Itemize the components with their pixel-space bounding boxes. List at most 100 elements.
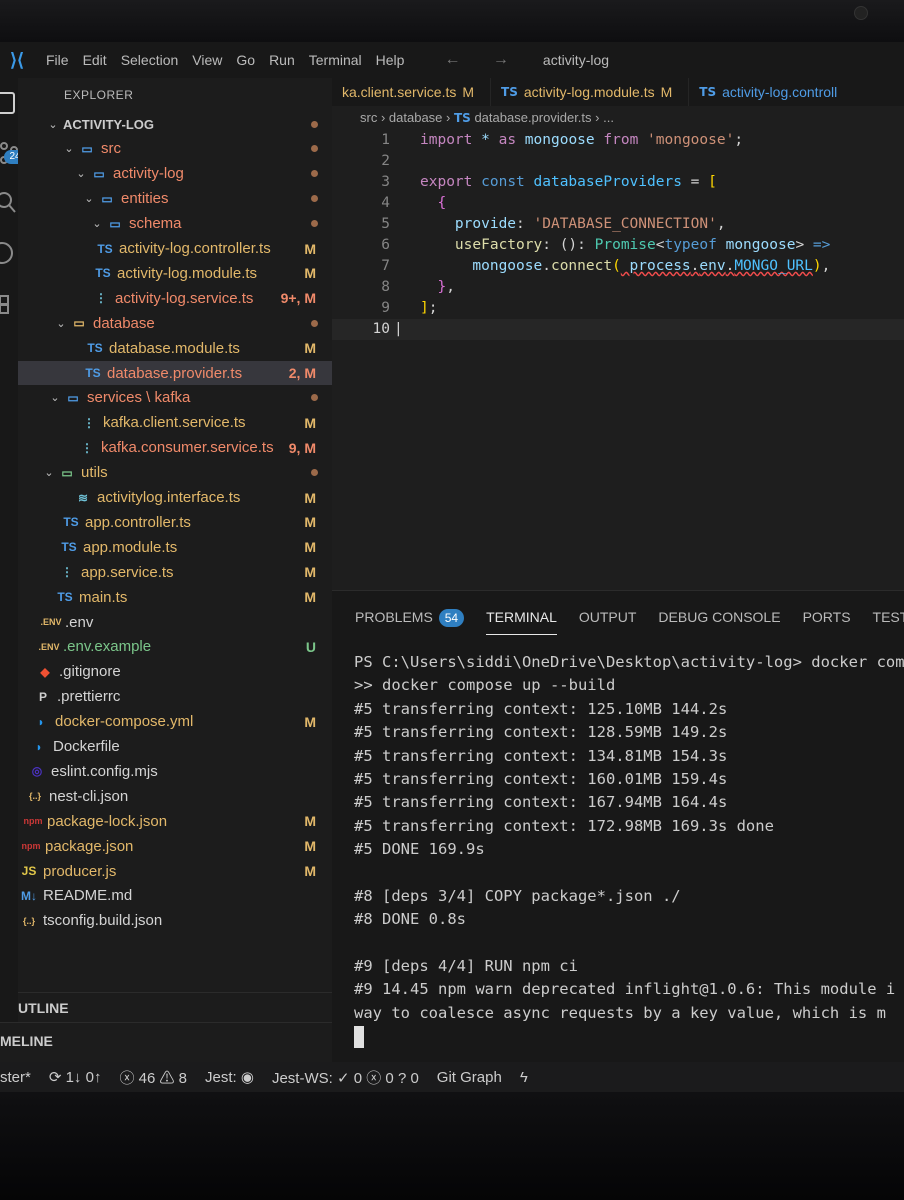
menu-go[interactable]: Go: [236, 52, 255, 68]
breadcrumb-file[interactable]: database.provider.ts: [474, 110, 591, 125]
git-icon: ◆: [40, 664, 50, 679]
menu-view[interactable]: View: [192, 52, 222, 68]
tab-ports[interactable]: PORTS: [803, 591, 851, 635]
code-line: 7 mongoose.connect( process.env.MONGO_UR…: [332, 256, 904, 277]
tree-item[interactable]: .ENV .env: [18, 610, 332, 634]
text-cursor: |: [394, 321, 403, 337]
tree-item[interactable]: TS database.provider.ts 2, M: [18, 361, 332, 385]
tab-modified-mark: M: [462, 84, 475, 100]
folder-icon: ▭: [81, 141, 93, 156]
tree-item[interactable]: TS activity-log.controller.ts M: [18, 237, 332, 261]
code-line: 2: [332, 151, 904, 172]
menu-run[interactable]: Run: [269, 52, 295, 68]
tree-item[interactable]: TS main.ts M: [18, 585, 332, 609]
tree-item[interactable]: ⌄ ▭ entities: [18, 187, 332, 211]
chevron-down-icon[interactable]: ⌄: [46, 118, 60, 131]
run-debug-icon[interactable]: [0, 240, 18, 266]
tree-item[interactable]: .ENV .env.example U: [18, 635, 332, 659]
modified-dot-icon: [311, 120, 318, 128]
chevron-down-icon[interactable]: ⌄: [42, 466, 56, 479]
tree-item[interactable]: ⋮ kafka.client.service.ts M: [18, 411, 332, 435]
tab-activity-log-controller[interactable]: TS activity-log.controll: [689, 78, 853, 106]
tree-item[interactable]: ⌄ ▭ src: [18, 137, 332, 161]
timeline-section[interactable]: MELINE: [0, 1022, 332, 1062]
tree-item[interactable]: npm package.json M: [18, 834, 332, 858]
sync-status[interactable]: ⟳ 1↓ 0↑: [49, 1068, 102, 1086]
tab-activity-log-module[interactable]: TS activity-log.module.ts M: [491, 78, 690, 106]
git-branch[interactable]: ster*: [0, 1069, 31, 1086]
breadcrumb-src[interactable]: src: [360, 110, 377, 125]
tree-item[interactable]: ◎ eslint.config.mjs: [18, 759, 332, 783]
menu-help[interactable]: Help: [376, 52, 405, 68]
tree-item-label: database.module.ts: [109, 339, 240, 357]
problems-status[interactable]: ⓧ 46 ⚠ 8: [119, 1067, 187, 1088]
tree-item[interactable]: TS app.module.ts M: [18, 535, 332, 559]
tree-item[interactable]: ⌄ ▭ database: [18, 311, 332, 335]
nav-arrows[interactable]: ← →: [444, 51, 522, 69]
typescript-file-icon: TS: [97, 241, 113, 256]
tree-item[interactable]: ⋮ activity-log.service.ts 9+, M: [18, 286, 332, 310]
tree-item[interactable]: ≋ activitylog.interface.ts M: [18, 486, 332, 510]
command-center-title[interactable]: activity-log: [543, 52, 609, 68]
git-status-badge: U: [305, 638, 316, 655]
tree-item[interactable]: ⋮ app.service.ts M: [18, 560, 332, 584]
tab-terminal[interactable]: TERMINAL: [486, 591, 557, 635]
tree-item[interactable]: ◗ Dockerfile: [18, 735, 332, 759]
terminal-output[interactable]: PS C:\Users\siddi\OneDrive\Desktop\activ…: [354, 651, 904, 1049]
tab-test[interactable]: TEST: [873, 591, 904, 635]
menu-file[interactable]: File: [46, 52, 69, 68]
tree-item[interactable]: ◆ .gitignore: [18, 660, 332, 684]
git-graph-button[interactable]: Git Graph: [437, 1069, 502, 1086]
tree-item[interactable]: TS app.controller.ts M: [18, 510, 332, 534]
git-status-badge: M: [304, 838, 316, 855]
menu-selection[interactable]: Selection: [121, 52, 179, 68]
tree-item[interactable]: M↓ README.md: [18, 884, 332, 908]
tab-debug-console[interactable]: DEBUG CONSOLE: [658, 591, 780, 635]
tab-kafka-client-service[interactable]: ka.client.service.ts M: [332, 78, 492, 106]
code-editor[interactable]: 1 import * as mongoose from 'mongoose'; 2…: [332, 130, 904, 340]
tree-item[interactable]: P .prettierrc: [18, 685, 332, 709]
tree-item[interactable]: ⌄ ACTIVITY-LOG: [18, 112, 332, 136]
tree-item[interactable]: ⌄ ▭ services \ kafka: [18, 386, 332, 410]
tree-item-label: .gitignore: [59, 663, 121, 681]
breadcrumb-database[interactable]: database: [389, 110, 443, 125]
typescript-file-icon: TS: [501, 85, 518, 99]
menu-edit[interactable]: Edit: [83, 52, 107, 68]
outline-section[interactable]: UTLINE: [18, 992, 332, 1022]
chevron-right-icon: ›: [595, 110, 604, 125]
code-line: 3 export const databaseProviders = [: [332, 172, 904, 193]
terminal-line: #8 DONE 0.8s: [354, 910, 466, 929]
chevron-down-icon[interactable]: ⌄: [82, 192, 96, 205]
tree-item[interactable]: ⌄ ▭ utils: [18, 461, 332, 485]
tree-item[interactable]: JS producer.js M: [18, 859, 332, 883]
tree-item[interactable]: {..} nest-cli.json: [18, 784, 332, 808]
extensions-icon[interactable]: [0, 290, 18, 316]
tab-problems[interactable]: PROBLEMS 54: [355, 591, 465, 635]
lightning-icon[interactable]: ϟ: [520, 1069, 528, 1086]
chevron-down-icon[interactable]: ⌄: [74, 167, 88, 180]
chevron-down-icon[interactable]: ⌄: [90, 217, 104, 230]
tree-item[interactable]: {..} tsconfig.build.json: [18, 909, 332, 933]
json-file-icon: {..}: [22, 915, 35, 926]
tab-output[interactable]: OUTPUT: [579, 591, 637, 635]
tree-item[interactable]: ⌄ ▭ schema: [18, 212, 332, 236]
jest-ws-status[interactable]: Jest-WS: ✓ 0 ⓧ 0 ? 0: [272, 1067, 419, 1088]
breadcrumb-more[interactable]: ...: [603, 110, 614, 125]
tree-item[interactable]: TS database.module.ts M: [18, 336, 332, 360]
javascript-file-icon: JS: [21, 864, 37, 878]
chevron-down-icon[interactable]: ⌄: [54, 317, 68, 330]
chevron-down-icon[interactable]: ⌄: [48, 391, 62, 404]
tree-item[interactable]: ⌄ ▭ activity-log: [18, 162, 332, 186]
folder-icon: ▭: [93, 166, 105, 181]
jest-status[interactable]: Jest: ◉: [205, 1068, 254, 1086]
search-icon[interactable]: [0, 190, 18, 216]
folder-icon: ▭: [101, 191, 113, 206]
tree-item[interactable]: npm package-lock.json M: [18, 809, 332, 833]
menu-terminal[interactable]: Terminal: [309, 52, 362, 68]
tree-item[interactable]: TS activity-log.module.ts M: [18, 261, 332, 285]
tree-item[interactable]: ⋮ kafka.consumer.service.ts 9, M: [18, 436, 332, 460]
x-circle-icon: ⓧ: [366, 1069, 382, 1087]
explorer-icon[interactable]: [0, 90, 18, 116]
tree-item[interactable]: ◗ docker-compose.yml M: [18, 710, 332, 734]
chevron-down-icon[interactable]: ⌄: [62, 142, 76, 155]
